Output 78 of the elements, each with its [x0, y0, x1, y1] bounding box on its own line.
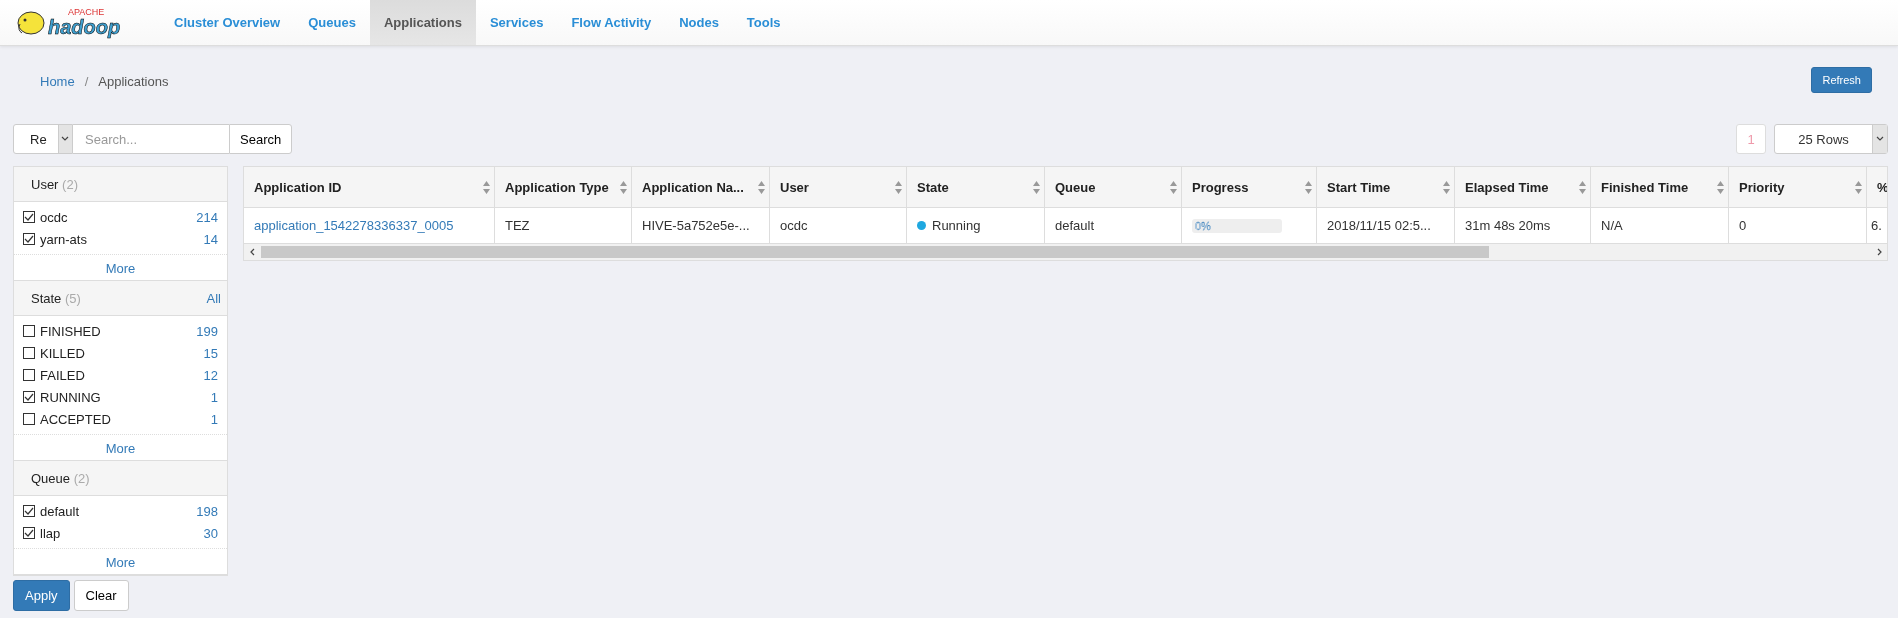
- facet-count: 1: [210, 411, 218, 427]
- facet-label: yarn-ats: [40, 231, 88, 247]
- breadcrumb-current: Applications: [98, 74, 169, 89]
- checkbox[interactable]: [23, 505, 35, 517]
- apply-button[interactable]: Apply: [13, 580, 70, 611]
- facet-title: State (5): [31, 290, 81, 306]
- nav-tab[interactable]: Applications: [369, 0, 476, 45]
- sort-icon[interactable]: [758, 180, 765, 194]
- facet-count: 1: [210, 389, 218, 405]
- more-link[interactable]: More: [14, 548, 227, 575]
- facet-count: 199: [196, 323, 218, 339]
- horizontal-scrollbar[interactable]: [244, 243, 1887, 260]
- checkbox[interactable]: [23, 413, 35, 425]
- sort-icon[interactable]: [1170, 180, 1177, 194]
- progress-label: 0%: [1195, 218, 1211, 233]
- facet-count: 12: [203, 367, 218, 383]
- sort-icon[interactable]: [620, 180, 627, 194]
- facet-count: 14: [203, 231, 218, 247]
- column-header[interactable]: Priority: [1729, 167, 1867, 208]
- column-header[interactable]: Finished Time: [1591, 167, 1729, 208]
- column-header[interactable]: Application Type: [495, 167, 632, 208]
- refresh-button[interactable]: Refresh: [1811, 67, 1872, 93]
- column-header[interactable]: User: [770, 167, 907, 208]
- column-header[interactable]: Start Time: [1317, 167, 1455, 208]
- facet-label: default: [40, 503, 81, 519]
- search-mode-select[interactable]: Re: [13, 124, 73, 154]
- search-button[interactable]: Search: [229, 124, 293, 154]
- all-link[interactable]: All: [206, 290, 221, 306]
- facet-label: ocdc: [40, 209, 69, 225]
- application-link[interactable]: application_1542278336337_0005: [254, 218, 454, 233]
- sort-icon[interactable]: [1033, 180, 1040, 194]
- column-header[interactable]: Progress: [1182, 167, 1317, 208]
- facet-label: RUNNING: [40, 389, 102, 405]
- nav-tab[interactable]: Flow Activity: [557, 0, 666, 45]
- facet-count: 30: [203, 525, 218, 541]
- checkbox[interactable]: [23, 369, 35, 381]
- checkbox[interactable]: [23, 527, 35, 539]
- sort-icon[interactable]: [1579, 180, 1586, 194]
- facet-label: llap: [40, 525, 62, 541]
- caret-icon: [61, 135, 70, 143]
- sort-icon[interactable]: [895, 180, 902, 194]
- column-header[interactable]: State: [907, 167, 1045, 208]
- column-header[interactable]: Queue: [1045, 167, 1182, 208]
- logo-wordmark: hadoop: [48, 17, 121, 37]
- facet-title: User (2): [31, 176, 78, 192]
- sort-icon[interactable]: [1855, 180, 1862, 194]
- facet-count: 198: [196, 503, 218, 519]
- elephant-icon: [16, 9, 46, 36]
- checkbox[interactable]: [23, 211, 35, 223]
- nav-tab[interactable]: Nodes: [665, 0, 733, 45]
- logo-tagline: APACHE: [68, 8, 106, 17]
- breadcrumb-link[interactable]: Home: [40, 74, 75, 89]
- facet-title: Queue (2): [31, 470, 90, 486]
- sort-icon[interactable]: [1305, 180, 1312, 194]
- scrollbar-thumb[interactable]: [261, 246, 1489, 258]
- caret-icon: [1876, 135, 1884, 143]
- facet-count: 15: [203, 345, 218, 361]
- scroll-left-icon: [248, 248, 257, 256]
- column-header[interactable]: Application Na...: [632, 167, 770, 208]
- checkbox[interactable]: [23, 233, 35, 245]
- clear-button[interactable]: Clear: [73, 580, 129, 611]
- checkbox[interactable]: [23, 325, 35, 337]
- search-field[interactable]: Search...: [73, 124, 229, 154]
- breadcrumb-separator: /: [84, 74, 89, 89]
- checkbox[interactable]: [23, 391, 35, 403]
- sort-icon[interactable]: [1717, 180, 1724, 194]
- facet-count: 214: [196, 209, 218, 225]
- facet-label: KILLED: [40, 345, 86, 361]
- sort-icon[interactable]: [483, 180, 490, 194]
- column-header[interactable]: Application ID: [244, 167, 495, 208]
- column-header[interactable]: Elapsed Time: [1455, 167, 1591, 208]
- facet-label: FINISHED: [40, 323, 102, 339]
- checkbox[interactable]: [23, 347, 35, 359]
- state-text: Running: [932, 218, 981, 233]
- facet-label: ACCEPTED: [40, 411, 112, 427]
- sort-icon[interactable]: [1443, 180, 1450, 194]
- facet-label: FAILED: [40, 367, 86, 383]
- rows-select[interactable]: 25 Rows: [1774, 124, 1888, 154]
